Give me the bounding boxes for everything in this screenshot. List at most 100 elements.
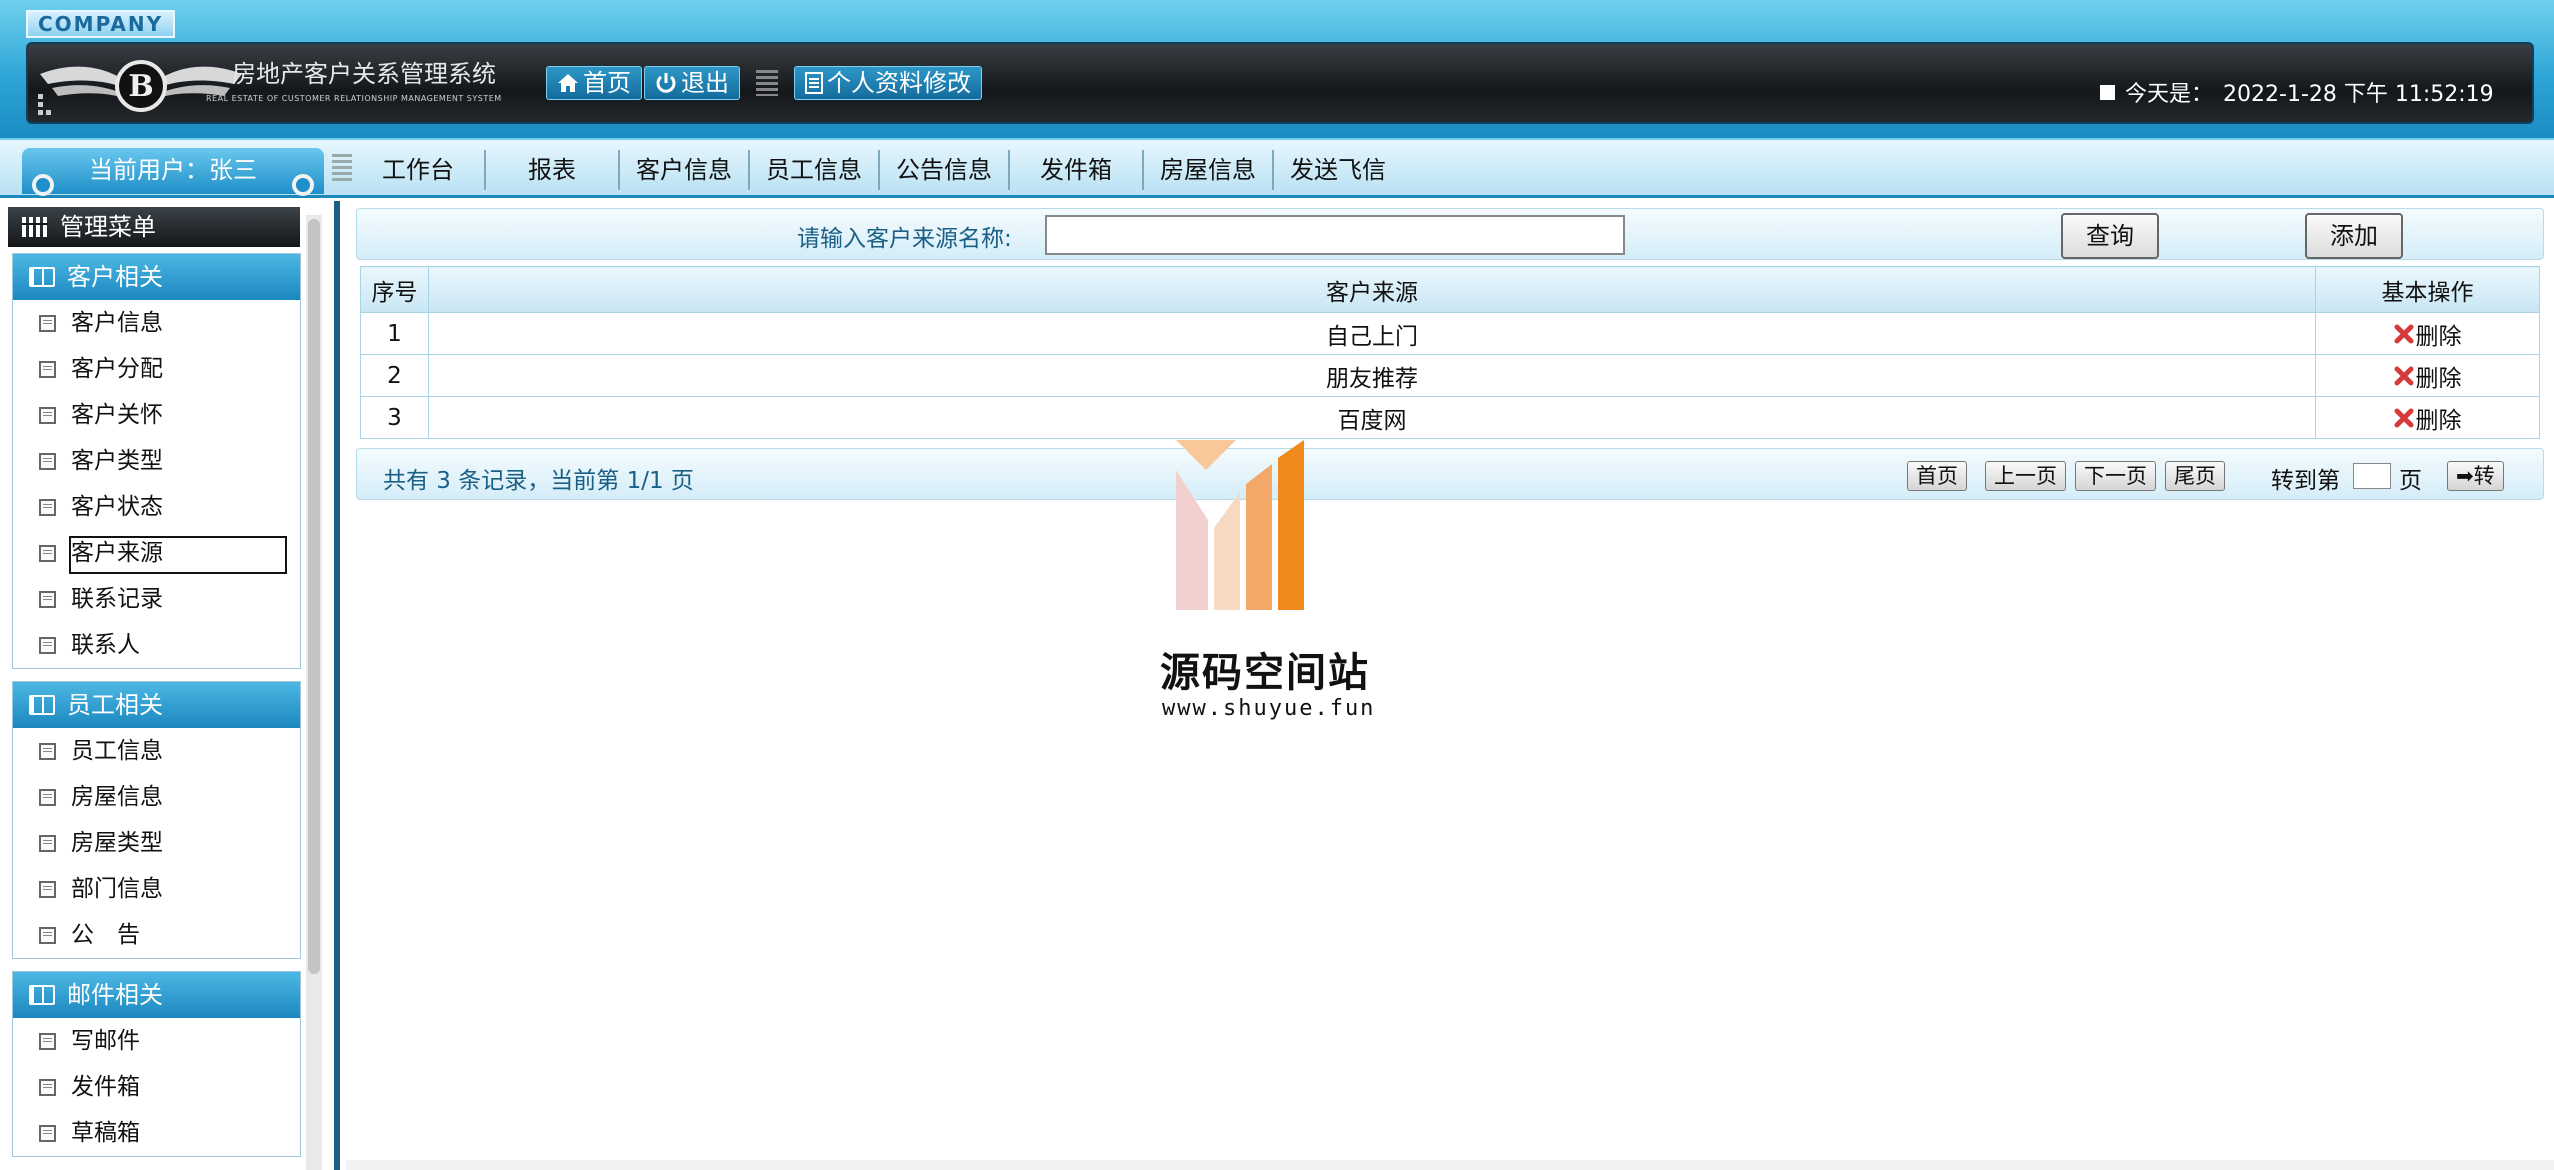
group-title-employee[interactable]: 员工相关 <box>13 682 300 728</box>
nav-item-house-info[interactable]: 房屋信息 <box>1144 150 1274 190</box>
nav-item-outbox[interactable]: 发件箱 <box>1010 150 1144 190</box>
sidebar-item-customer-source[interactable]: 客户来源 <box>13 530 300 576</box>
nav-item-report[interactable]: 报表 <box>486 150 620 190</box>
delete-link[interactable]: 删除 <box>2394 401 2462 435</box>
header-bar: B 房地产客户关系管理系统 REAL ESTATE OF CUSTOMER RE… <box>26 42 2534 124</box>
document-icon <box>39 1079 56 1096</box>
home-button[interactable]: 首页 <box>546 66 642 100</box>
cell-no: 1 <box>360 312 429 355</box>
customer-source-table: 序号 客户来源 基本操作 1 自己上门 删除 2 朋友推荐 删除 3 百度网 删… <box>360 266 2540 439</box>
cell-actions: 删除 <box>2315 312 2540 355</box>
document-icon <box>39 315 56 332</box>
delete-link[interactable]: 删除 <box>2394 359 2462 393</box>
sidebar-item-label: 员工信息 <box>71 738 163 764</box>
svg-text:B: B <box>128 69 153 104</box>
document-icon <box>39 591 56 608</box>
focus-outline <box>69 536 287 574</box>
sidebar-item-employee-info[interactable]: 员工信息 <box>13 728 300 774</box>
sidebar-item-label: 联系记录 <box>71 586 163 612</box>
delete-x-icon <box>2394 366 2413 385</box>
customer-source-search-input[interactable] <box>1045 215 1625 255</box>
column-header-no: 序号 <box>360 266 429 313</box>
document-icon <box>39 881 56 898</box>
column-header-actions: 基本操作 <box>2315 266 2540 313</box>
group-customer: 客户相关 客户信息 客户分配 客户关怀 客户类型 客户状态 客户来源 联系记录 … <box>12 253 301 669</box>
table-row: 3 百度网 删除 <box>360 396 2540 439</box>
nav-item-employee-info[interactable]: 员工信息 <box>750 150 880 190</box>
company-tag: COMPANY <box>26 10 176 38</box>
sidebar-item-customer-type[interactable]: 客户类型 <box>13 438 300 484</box>
sidebar-item-customer-care[interactable]: 客户关怀 <box>13 392 300 438</box>
sidebar-item-outbox[interactable]: 发件箱 <box>13 1064 300 1110</box>
nav-item-notice-info[interactable]: 公告信息 <box>880 150 1010 190</box>
group-title-label: 员工相关 <box>67 691 163 719</box>
first-page-button[interactable]: 首页 <box>1907 461 1967 491</box>
table-row: 1 自己上门 删除 <box>360 312 2540 355</box>
profile-edit-button[interactable]: 个人资料修改 <box>794 66 982 100</box>
logout-label: 退出 <box>681 69 729 97</box>
sidebar-item-customer-assign[interactable]: 客户分配 <box>13 346 300 392</box>
last-page-button[interactable]: 尾页 <box>2165 461 2225 491</box>
book-icon <box>29 695 55 715</box>
nav-item-send-fetion[interactable]: 发送飞信 <box>1274 150 1402 190</box>
sidebar-item-drafts[interactable]: 草稿箱 <box>13 1110 300 1156</box>
watermark-url: www.shuyue.fun <box>1162 696 1376 721</box>
pagination-bar: 共有 3 条记录，当前第 1/1 页 首页 上一页 下一页 尾页 转到第 页 ➡… <box>356 448 2544 500</box>
go-button[interactable]: ➡转 <box>2447 461 2504 491</box>
sidebar-item-contact-record[interactable]: 联系记录 <box>13 576 300 622</box>
sidebar-item-write-mail[interactable]: 写邮件 <box>13 1018 300 1064</box>
sidebar-scroll-thumb[interactable] <box>308 219 320 974</box>
today-value: 2022-1-28 下午 11:52:19 <box>2223 82 2494 107</box>
document-icon <box>39 453 56 470</box>
nav-item-workbench[interactable]: 工作台 <box>352 150 486 190</box>
sidebar-item-notice[interactable]: 公 告 <box>13 912 300 958</box>
delete-link[interactable]: 删除 <box>2394 317 2462 351</box>
prev-page-button[interactable]: 上一页 <box>1985 461 2066 491</box>
document-icon <box>39 1125 56 1142</box>
delete-label: 删除 <box>2415 323 2462 350</box>
cell-source: 自己上门 <box>428 312 2316 355</box>
sidebar-item-label: 客户关怀 <box>71 402 163 428</box>
sidebar-item-contact-person[interactable]: 联系人 <box>13 622 300 668</box>
system-subtitle: REAL ESTATE OF CUSTOMER RELATIONSHIP MAN… <box>206 94 502 103</box>
sidebar: 管理菜单 客户相关 客户信息 客户分配 客户关怀 客户类型 客户状态 客户来源 … <box>0 201 340 1170</box>
sidebar-item-label: 公 告 <box>71 922 140 948</box>
document-icon <box>39 743 56 760</box>
search-bar: 请输入客户来源名称: 查询 添加 <box>356 208 2544 260</box>
cell-source: 百度网 <box>428 396 2316 439</box>
query-button[interactable]: 查询 <box>2061 213 2159 259</box>
date-display: 今天是： 2022-1-28 下午 11:52:19 <box>2100 76 2494 108</box>
menu-title: 管理菜单 <box>60 213 156 241</box>
sidebar-item-label: 联系人 <box>71 632 140 658</box>
document-icon <box>805 72 823 94</box>
cell-no: 3 <box>360 396 429 439</box>
logout-button[interactable]: 退出 <box>644 66 740 100</box>
goto-page-input[interactable] <box>2353 463 2391 489</box>
menu-grid-icon <box>22 217 48 237</box>
next-page-button[interactable]: 下一页 <box>2075 461 2156 491</box>
sidebar-item-house-info[interactable]: 房屋信息 <box>13 774 300 820</box>
nav-item-customer-info[interactable]: 客户信息 <box>620 150 750 190</box>
sidebar-item-customer-info[interactable]: 客户信息 <box>13 300 300 346</box>
header: COMPANY B 房地产客户关系管理系统 REAL ESTATE OF CUS… <box>0 0 2554 138</box>
add-button[interactable]: 添加 <box>2305 213 2403 259</box>
cell-source: 朋友推荐 <box>428 354 2316 397</box>
document-icon <box>39 927 56 944</box>
document-icon <box>39 361 56 378</box>
sidebar-item-customer-status[interactable]: 客户状态 <box>13 484 300 530</box>
group-title-label: 邮件相关 <box>67 981 163 1009</box>
sidebar-item-label: 草稿箱 <box>71 1120 140 1146</box>
group-title-mail[interactable]: 邮件相关 <box>13 972 300 1018</box>
bentley-logo-icon: B <box>38 60 242 115</box>
group-title-customer[interactable]: 客户相关 <box>13 254 300 300</box>
table-header-row: 序号 客户来源 基本操作 <box>360 266 2540 313</box>
knob-icon <box>32 174 54 196</box>
top-nav: 当前用户：张三 工作台 报表 客户信息 员工信息 公告信息 发件箱 房屋信息 发… <box>0 138 2554 198</box>
sidebar-item-label: 客户信息 <box>71 310 163 336</box>
document-icon <box>39 835 56 852</box>
delete-x-icon <box>2394 408 2413 427</box>
sidebar-item-department-info[interactable]: 部门信息 <box>13 866 300 912</box>
goto-prefix: 转到第 <box>2271 468 2340 494</box>
sidebar-item-house-type[interactable]: 房屋类型 <box>13 820 300 866</box>
document-icon <box>39 407 56 424</box>
